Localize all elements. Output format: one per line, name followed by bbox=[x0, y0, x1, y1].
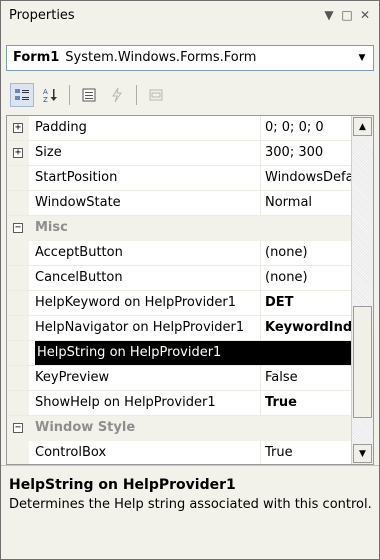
object-selector-text: Form1 System.Windows.Forms.Form bbox=[13, 50, 256, 65]
close-icon[interactable]: ✕ bbox=[357, 7, 373, 23]
expand-icon[interactable]: + bbox=[13, 123, 23, 133]
expand-icon[interactable]: + bbox=[13, 148, 23, 158]
property-row[interactable]: HelpKeyword on HelpProvider1 DET bbox=[7, 291, 351, 316]
expander-gutter bbox=[7, 291, 29, 315]
category-label: Window Style bbox=[35, 420, 136, 435]
description-splitter[interactable] bbox=[1, 465, 379, 472]
property-value[interactable]: (none) bbox=[260, 241, 360, 265]
expander-gutter bbox=[7, 166, 29, 190]
expander-gutter bbox=[7, 241, 29, 265]
expander-gutter bbox=[7, 316, 29, 340]
title-bar-buttons: ▼ □ ✕ bbox=[321, 7, 373, 23]
collapse-icon[interactable]: − bbox=[13, 223, 23, 233]
object-type: System.Windows.Forms.Form bbox=[65, 50, 257, 65]
properties-window: Properties ▼ □ ✕ Form1 System.Windows.For… bbox=[0, 0, 380, 560]
maximize-icon[interactable]: □ bbox=[339, 7, 355, 23]
property-row[interactable]: HelpString on HelpProvider1 bbox=[7, 341, 351, 366]
expander-gutter bbox=[7, 191, 29, 215]
property-value[interactable]: False bbox=[260, 366, 360, 390]
property-value[interactable]: True bbox=[260, 391, 360, 415]
events-icon[interactable] bbox=[105, 83, 129, 107]
expander-gutter bbox=[7, 391, 29, 415]
property-value[interactable]: 0; 0; 0; 0 bbox=[260, 116, 360, 140]
property-name: Padding bbox=[35, 120, 87, 135]
chevron-down-icon[interactable]: ▼ bbox=[351, 46, 373, 70]
property-value[interactable]: KeywordIndex bbox=[260, 316, 360, 340]
description-pane: HelpString on HelpProvider1 Determines t… bbox=[6, 473, 374, 553]
property-name: StartPosition bbox=[35, 170, 118, 185]
property-name: KeyPreview bbox=[35, 370, 110, 385]
panel-title: Properties bbox=[9, 8, 75, 23]
dropdown-arrow-icon[interactable]: ▼ bbox=[321, 7, 337, 23]
categorized-icon[interactable] bbox=[10, 83, 34, 107]
svg-text:A: A bbox=[43, 88, 48, 96]
property-name: WindowState bbox=[35, 195, 121, 210]
property-name: ShowHelp on HelpProvider1 bbox=[35, 395, 216, 410]
vertical-scrollbar[interactable]: ▲ ▼ bbox=[351, 116, 373, 464]
property-name: HelpNavigator on HelpProvider1 bbox=[35, 320, 245, 335]
property-grid: + Padding 0; 0; 0; 0 + Size 300; 300 StartPosi… bbox=[6, 115, 374, 465]
expander-gutter[interactable]: + bbox=[7, 116, 29, 140]
property-value[interactable]: (none) bbox=[260, 266, 360, 290]
toolbar-separator bbox=[69, 85, 70, 105]
title-bar: Properties ▼ □ ✕ bbox=[1, 1, 379, 31]
scroll-up-icon[interactable]: ▲ bbox=[353, 117, 372, 136]
property-name: HelpString on HelpProvider1 bbox=[35, 341, 351, 365]
property-row[interactable]: CancelButton (none) bbox=[7, 266, 351, 291]
property-row[interactable]: + Padding 0; 0; 0; 0 bbox=[7, 116, 351, 141]
property-row[interactable]: ControlBox True bbox=[7, 441, 351, 464]
category-row[interactable]: − Misc bbox=[7, 216, 351, 241]
property-name: ControlBox bbox=[35, 445, 107, 460]
property-name: HelpKeyword on HelpProvider1 bbox=[35, 295, 237, 310]
property-rows: + Padding 0; 0; 0; 0 + Size 300; 300 StartPosi… bbox=[7, 116, 360, 464]
property-row[interactable]: KeyPreview False bbox=[7, 366, 351, 391]
expander-gutter bbox=[7, 366, 29, 390]
property-row[interactable]: StartPosition WindowsDefaultLocation bbox=[7, 166, 360, 191]
property-name: CancelButton bbox=[35, 270, 123, 285]
properties-toolbar: AZ bbox=[6, 79, 374, 111]
collapse-icon[interactable]: − bbox=[13, 423, 23, 433]
object-selector[interactable]: Form1 System.Windows.Forms.Form ▼ bbox=[6, 45, 374, 71]
property-row[interactable]: WindowState Normal bbox=[7, 191, 351, 216]
property-value[interactable]: True bbox=[260, 441, 360, 464]
expander-gutter bbox=[7, 341, 29, 365]
alphabetical-sort-icon[interactable]: AZ bbox=[38, 83, 62, 107]
property-pages-icon[interactable] bbox=[144, 83, 168, 107]
properties-view-icon[interactable] bbox=[77, 83, 101, 107]
expander-gutter bbox=[7, 266, 29, 290]
toolbar-separator bbox=[136, 85, 137, 105]
expander-gutter[interactable]: − bbox=[7, 416, 29, 440]
property-value[interactable]: 300; 300 bbox=[260, 141, 360, 165]
property-value[interactable]: DET bbox=[260, 291, 360, 315]
expander-gutter[interactable]: − bbox=[7, 216, 29, 240]
category-label: Misc bbox=[35, 220, 68, 235]
category-row[interactable]: − Window Style bbox=[7, 416, 351, 441]
scroll-down-icon[interactable]: ▼ bbox=[353, 444, 372, 463]
property-name: Size bbox=[35, 145, 62, 160]
property-value[interactable]: Normal bbox=[260, 191, 360, 215]
scroll-thumb[interactable] bbox=[353, 306, 372, 418]
property-row[interactable]: + Size 300; 300 bbox=[7, 141, 351, 166]
expander-gutter[interactable]: + bbox=[7, 141, 29, 165]
property-row[interactable]: HelpNavigator on HelpProvider1 KeywordInd… bbox=[7, 316, 360, 341]
description-text: Determines the Help string associated wi… bbox=[9, 497, 372, 512]
property-row[interactable]: AcceptButton (none) bbox=[7, 241, 351, 266]
property-name: AcceptButton bbox=[35, 245, 123, 260]
svg-text:Z: Z bbox=[43, 96, 48, 103]
property-row[interactable]: ShowHelp on HelpProvider1 True bbox=[7, 391, 351, 416]
expander-gutter bbox=[7, 441, 29, 464]
object-name: Form1 bbox=[13, 50, 60, 65]
property-value[interactable]: WindowsDefaultLocation bbox=[260, 166, 360, 190]
description-title: HelpString on HelpProvider1 bbox=[9, 477, 236, 493]
